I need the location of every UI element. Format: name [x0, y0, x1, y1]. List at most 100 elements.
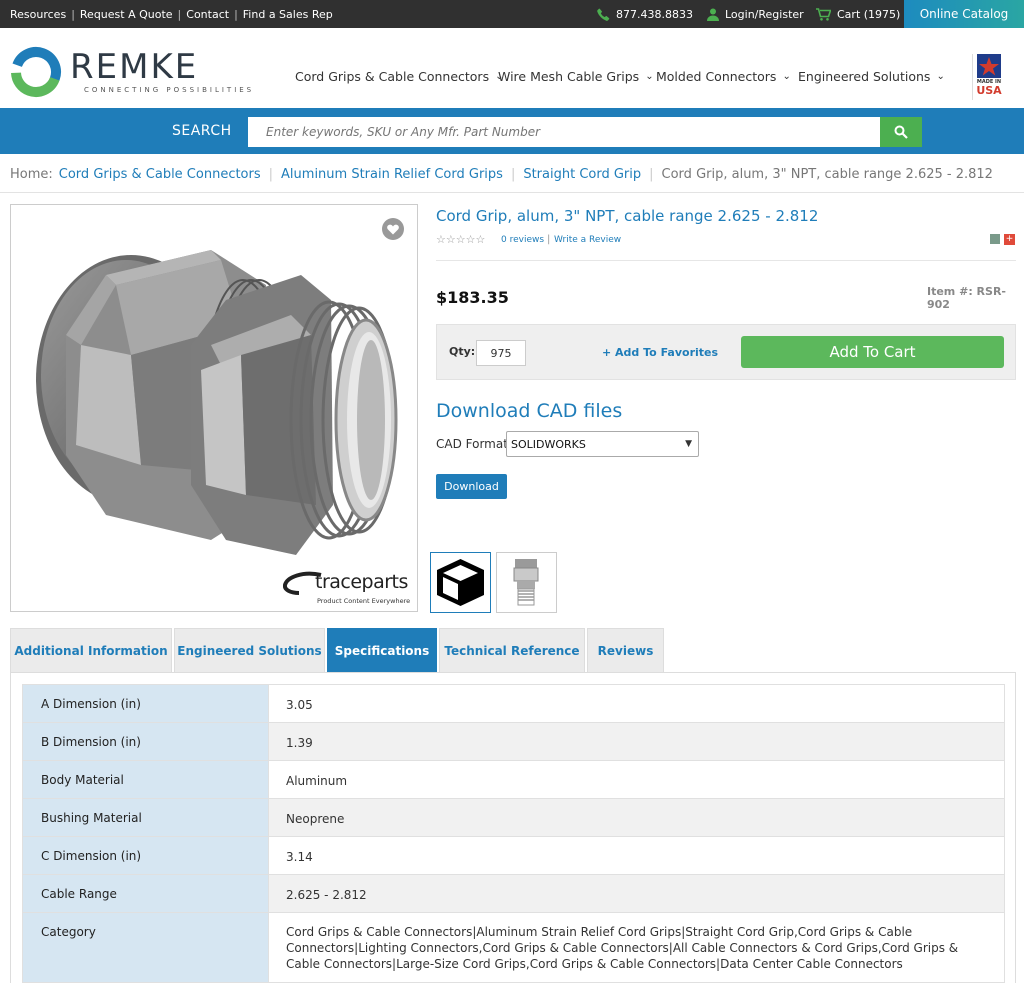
- nav-wire-mesh[interactable]: Wire Mesh Cable Grips ⌄: [498, 69, 654, 84]
- table-row: C Dimension (in) 3.14: [22, 836, 1005, 875]
- phone-icon: [597, 8, 610, 21]
- resources-link[interactable]: Resources: [10, 8, 66, 21]
- separator: |: [177, 8, 182, 21]
- login-label: Login/Register: [725, 7, 804, 21]
- specifications-table: A Dimension (in) 3.05 B Dimension (in) 1…: [22, 684, 1005, 983]
- qty-label: Qty:: [449, 345, 476, 358]
- spec-key: Category: [22, 912, 269, 983]
- nav-label: Cord Grips & Cable Connectors: [295, 69, 490, 84]
- find-sales-rep-link[interactable]: Find a Sales Rep: [243, 8, 333, 21]
- spec-key: B Dimension (in): [22, 722, 269, 761]
- breadcrumb-aluminum-strain-relief[interactable]: Aluminum Strain Relief Cord Grips: [281, 167, 503, 182]
- user-icon: [707, 8, 719, 21]
- cube-icon: [437, 559, 484, 606]
- breadcrumb-current: Cord Grip, alum, 3" NPT, cable range 2.6…: [661, 167, 993, 182]
- separator: |: [234, 8, 238, 21]
- specifications-panel: A Dimension (in) 3.05 B Dimension (in) 1…: [10, 672, 1016, 983]
- download-button[interactable]: Download: [436, 474, 507, 499]
- thumbnail-cad-model[interactable]: [430, 552, 491, 613]
- product-tabs: Additional Information Engineered Soluti…: [10, 628, 664, 672]
- utility-links: Resources | Request A Quote | Contact | …: [10, 8, 333, 21]
- search-bar: SEARCH: [0, 108, 1024, 154]
- contact-link[interactable]: Contact: [186, 8, 229, 21]
- add-to-favorites-link[interactable]: + Add To Favorites: [602, 346, 718, 359]
- chevron-down-icon: ▼: [685, 439, 692, 449]
- heart-icon: [387, 224, 399, 234]
- item-number: Item #: RSR-902: [927, 285, 1006, 311]
- login-register-link[interactable]: Login/Register: [707, 0, 804, 28]
- breadcrumb-home[interactable]: Home:: [10, 167, 53, 182]
- brand-tagline: CONNECTING POSSIBILITIES: [84, 86, 255, 94]
- write-review-link[interactable]: Write a Review: [554, 235, 621, 245]
- brand-name: REMKE: [70, 47, 199, 87]
- made-in-usa-badge: MADE IN USA: [972, 54, 1002, 100]
- tab-reviews[interactable]: Reviews: [587, 628, 664, 672]
- email-share-icon[interactable]: [990, 234, 1000, 244]
- remke-logo-mark-icon: [11, 47, 61, 97]
- online-catalog-button[interactable]: Online Catalog: [904, 0, 1024, 28]
- search-label: SEARCH: [172, 123, 232, 139]
- tab-additional-information[interactable]: Additional Information: [10, 628, 172, 672]
- divider: [0, 192, 1024, 193]
- cord-grip-photo-icon: [513, 559, 539, 606]
- table-row: Cable Range 2.625 - 2.812: [22, 874, 1005, 913]
- nav-cord-grips[interactable]: Cord Grips & Cable Connectors ⌄: [295, 69, 503, 84]
- cad-format-label: CAD Format:: [436, 437, 512, 451]
- traceparts-watermark: traceparts Product Content Everywhere: [283, 571, 413, 611]
- spec-value: 3.14: [268, 836, 1005, 875]
- breadcrumb-cord-grips[interactable]: Cord Grips & Cable Connectors: [59, 167, 261, 182]
- breadcrumb-separator: |: [268, 167, 274, 182]
- nav-label: Wire Mesh Cable Grips: [498, 69, 640, 84]
- request-quote-link[interactable]: Request A Quote: [80, 8, 173, 21]
- breadcrumb: Home: Cord Grips & Cable Connectors | Al…: [10, 167, 993, 182]
- cad-format-select[interactable]: SOLIDWORKS ▼: [506, 431, 699, 457]
- table-row: Bushing Material Neoprene: [22, 798, 1005, 837]
- breadcrumb-separator: |: [510, 167, 516, 182]
- nav-engineered-solutions[interactable]: Engineered Solutions ⌄: [798, 69, 945, 84]
- nav-molded-connectors[interactable]: Molded Connectors ⌄: [656, 69, 791, 84]
- spec-value: Neoprene: [268, 798, 1005, 837]
- product-title: Cord Grip, alum, 3" NPT, cable range 2.6…: [436, 207, 819, 225]
- add-share-icon[interactable]: +: [1004, 234, 1015, 245]
- table-row: Category Cord Grips & Cable Connectors|A…: [22, 912, 1005, 983]
- cad-format-value: SOLIDWORKS: [511, 437, 586, 451]
- table-row: A Dimension (in) 3.05: [22, 684, 1005, 723]
- product-image-frame[interactable]: traceparts Product Content Everywhere: [10, 204, 418, 612]
- traceparts-tagline: Product Content Everywhere: [317, 597, 411, 605]
- chevron-down-icon: ⌄: [936, 71, 945, 82]
- remke-logo[interactable]: REMKE CONNECTING POSSIBILITIES: [10, 46, 254, 98]
- spec-key: A Dimension (in): [22, 684, 269, 723]
- favorite-heart-button[interactable]: [382, 218, 404, 240]
- usa-badge-line2: USA: [976, 84, 1002, 97]
- add-to-cart-button[interactable]: Add To Cart: [741, 336, 1004, 368]
- table-row: B Dimension (in) 1.39: [22, 722, 1005, 761]
- phone-link[interactable]: 877.438.8833: [597, 0, 693, 28]
- phone-number: 877.438.8833: [616, 7, 693, 21]
- reviews-count-link[interactable]: 0 reviews: [501, 235, 544, 245]
- cart-icon: [816, 7, 831, 21]
- cart-link[interactable]: Cart (1975): [816, 0, 900, 28]
- spec-key: Cable Range: [22, 874, 269, 913]
- spec-value: 3.05: [268, 684, 1005, 723]
- thumbnail-product-photo[interactable]: [496, 552, 557, 613]
- breadcrumb-straight-cord-grip[interactable]: Straight Cord Grip: [523, 167, 641, 182]
- quantity-input[interactable]: [476, 340, 526, 366]
- cad-section-title: Download CAD files: [436, 400, 623, 422]
- tab-specifications[interactable]: Specifications: [327, 628, 437, 672]
- tab-technical-reference[interactable]: Technical Reference: [439, 628, 585, 672]
- traceparts-name: traceparts: [315, 571, 408, 593]
- spec-key: C Dimension (in): [22, 836, 269, 875]
- spec-value: 1.39: [268, 722, 1005, 761]
- spec-value: Cord Grips & Cable Connectors|Aluminum S…: [268, 912, 1005, 983]
- spec-key: Bushing Material: [22, 798, 269, 837]
- tab-engineered-solutions[interactable]: Engineered Solutions: [174, 628, 325, 672]
- cord-grip-3d-image: [36, 250, 398, 555]
- nav-label: Engineered Solutions: [798, 69, 931, 84]
- add-to-cart-panel: Qty: + Add To Favorites Add To Cart: [436, 324, 1016, 380]
- top-utility-bar: Resources | Request A Quote | Contact | …: [0, 0, 1024, 28]
- table-row: Body Material Aluminum: [22, 760, 1005, 799]
- search-button[interactable]: [880, 117, 922, 147]
- breadcrumb-separator: |: [649, 167, 654, 182]
- search-input[interactable]: [248, 117, 880, 147]
- separator: |: [547, 234, 551, 245]
